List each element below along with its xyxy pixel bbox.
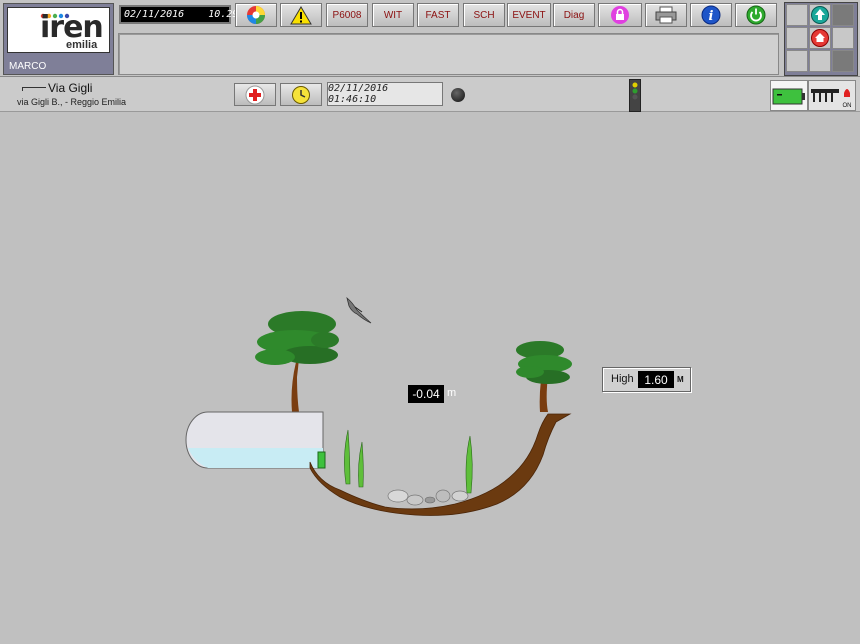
diag-button[interactable]: Diag bbox=[553, 3, 595, 27]
color-wheel-button[interactable] bbox=[235, 3, 277, 27]
bird-icon bbox=[346, 296, 372, 324]
print-button[interactable] bbox=[645, 3, 687, 27]
info-icon: i bbox=[701, 5, 721, 25]
svg-text:i: i bbox=[709, 9, 714, 24]
high-threshold-label: High bbox=[611, 373, 634, 385]
printer-icon bbox=[655, 6, 677, 24]
status-led-icon bbox=[451, 88, 465, 102]
medical-cross-button[interactable] bbox=[234, 83, 276, 106]
navigation-grid bbox=[784, 2, 858, 76]
grid-cell[interactable] bbox=[832, 27, 854, 49]
up-arrow-button[interactable] bbox=[809, 4, 831, 26]
logo: iren emilia bbox=[7, 7, 110, 53]
up-arrow-icon bbox=[811, 6, 829, 24]
reeds-icon bbox=[344, 429, 473, 494]
lock-icon bbox=[611, 6, 629, 24]
info-button[interactable]: i bbox=[690, 3, 732, 27]
site-datetime: 02/11/2016 01:46:10 bbox=[327, 82, 443, 106]
fast-button[interactable]: FAST bbox=[417, 3, 459, 27]
grid-cell[interactable] bbox=[786, 50, 808, 72]
home-icon bbox=[811, 29, 829, 47]
traffic-light-icon bbox=[629, 79, 641, 112]
breaker-icon: ON bbox=[811, 89, 852, 109]
power-button[interactable] bbox=[735, 3, 777, 27]
site-title: Via Gigli bbox=[48, 81, 93, 95]
wit-button[interactable]: WIT bbox=[372, 3, 414, 27]
lock-button[interactable] bbox=[598, 3, 642, 27]
site-address: via Gigli B., - Reggio Emilia bbox=[17, 97, 127, 107]
warning-icon bbox=[290, 5, 312, 24]
user-name: MARCO bbox=[9, 61, 47, 72]
logo-panel: iren emilia MARCO bbox=[3, 3, 114, 75]
grid-cell[interactable] bbox=[786, 27, 808, 49]
grid-cell[interactable] bbox=[832, 50, 854, 72]
grid-cell[interactable] bbox=[832, 4, 854, 26]
event-button[interactable]: EVENT bbox=[507, 3, 551, 27]
clock-icon bbox=[292, 85, 310, 104]
p6008-button[interactable]: P6008 bbox=[326, 3, 368, 27]
tree-left-icon bbox=[255, 311, 339, 412]
sch-button[interactable]: SCH bbox=[463, 3, 505, 27]
clock-button[interactable] bbox=[280, 83, 322, 106]
scada-screen: iren emilia MARCO 02/11/2016 10.29.29 P6… bbox=[0, 0, 860, 644]
high-threshold-value[interactable]: 1.60 bbox=[638, 371, 674, 388]
channel-drawing bbox=[185, 296, 572, 516]
battery-status bbox=[770, 80, 808, 111]
svg-text:ON: ON bbox=[843, 103, 852, 109]
water-level-unit: m bbox=[447, 387, 457, 399]
high-threshold-unit: M bbox=[677, 375, 684, 384]
home-button[interactable] bbox=[809, 27, 831, 49]
rocks-icon bbox=[387, 489, 469, 506]
red-cross-icon bbox=[245, 85, 265, 104]
water-level-value: -0.04 bbox=[408, 385, 444, 403]
grid-cell[interactable] bbox=[809, 50, 831, 72]
system-clock: 02/11/2016 10.29.29 bbox=[119, 5, 256, 24]
site-line-decoration bbox=[22, 87, 46, 88]
high-threshold-panel[interactable]: High 1.60 M bbox=[602, 367, 691, 392]
traffic-light-lamps bbox=[632, 82, 638, 100]
site-line-decoration bbox=[22, 87, 23, 91]
warning-button[interactable] bbox=[280, 3, 322, 27]
breaker-status: ON bbox=[808, 80, 856, 111]
battery-icon bbox=[772, 88, 805, 105]
power-icon bbox=[746, 5, 766, 25]
station-scene: -0.04 m High 1.60 M bbox=[0, 112, 860, 644]
pipe-icon bbox=[185, 411, 326, 469]
grid-cell[interactable] bbox=[786, 4, 808, 26]
site-bar: Via Gigli via Gigli B., - Reggio Emilia … bbox=[0, 77, 860, 112]
logo-subtext: emilia bbox=[66, 39, 98, 51]
top-bar: iren emilia MARCO 02/11/2016 10.29.29 P6… bbox=[0, 0, 860, 77]
color-wheel-icon bbox=[247, 6, 265, 24]
tree-right-icon bbox=[516, 341, 572, 412]
message-area bbox=[118, 33, 779, 75]
